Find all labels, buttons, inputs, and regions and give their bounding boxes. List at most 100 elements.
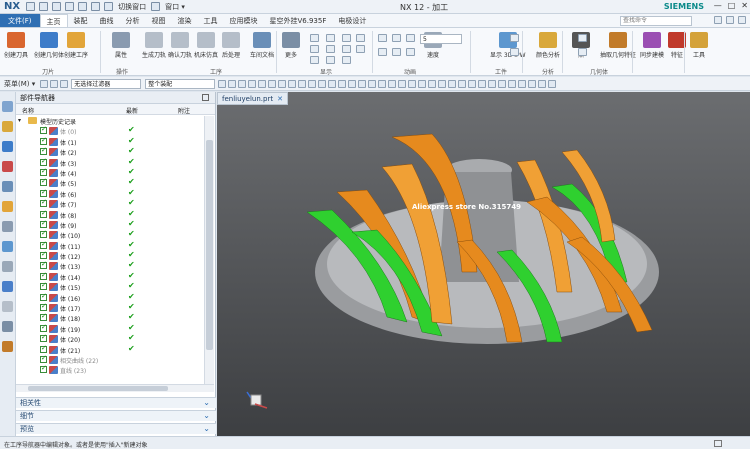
tab-assembly[interactable]: 装配	[68, 14, 94, 27]
toolbar-tool-icon[interactable]	[438, 79, 447, 88]
filter-icon[interactable]	[60, 79, 69, 88]
column-latest[interactable]: 最新	[126, 106, 138, 115]
tool-icon[interactable]	[406, 34, 415, 42]
ribbon-options-icon[interactable]	[726, 16, 734, 24]
tool-icon[interactable]	[310, 34, 319, 42]
postprocess-button[interactable]: 后处理	[222, 32, 240, 59]
roles-icon[interactable]	[2, 301, 13, 312]
toolbar-tool-icon[interactable]	[498, 79, 507, 88]
visibility-checkbox[interactable]	[40, 260, 47, 270]
tool-icon[interactable]	[392, 48, 401, 56]
tab-tools[interactable]: 工具	[198, 14, 224, 27]
tool-icon[interactable]	[378, 34, 387, 42]
toolbar-tool-icon[interactable]	[398, 79, 407, 88]
machine-simulation-button[interactable]: 机床仿真	[194, 32, 218, 59]
toolbar-tool-icon[interactable]	[488, 79, 497, 88]
properties-button[interactable]: 属性	[112, 32, 130, 59]
chevron-down-icon[interactable]: ⌄	[203, 411, 210, 420]
toolbar-tool-icon[interactable]	[408, 79, 417, 88]
reuse-library-icon[interactable]	[2, 201, 13, 212]
tool-icon[interactable]	[356, 34, 365, 42]
paste-icon[interactable]	[78, 2, 88, 11]
tab-home[interactable]: 主页	[39, 14, 68, 27]
toolbar-tool-icon[interactable]	[538, 79, 547, 88]
type-filter-select[interactable]: 无选择过滤器	[71, 78, 142, 89]
column-note[interactable]: 附注	[178, 106, 190, 115]
file-menu-button[interactable]: 文件(F)	[0, 14, 40, 27]
visibility-checkbox[interactable]	[40, 364, 47, 374]
palette-icon[interactable]	[2, 341, 13, 352]
extract-geometry-button[interactable]: 抽取几何特征	[600, 32, 636, 59]
visibility-checkbox[interactable]	[40, 323, 47, 332]
toolbar-tool-icon[interactable]	[318, 79, 327, 88]
command-search-input[interactable]	[620, 16, 692, 26]
expand-toggle-icon[interactable]: ▾	[18, 117, 21, 124]
part-navigator-icon[interactable]	[2, 141, 13, 152]
history-icon[interactable]	[2, 261, 13, 272]
generate-toolpath-button[interactable]: 生成刀轨	[142, 32, 166, 59]
toolbar-tool-icon[interactable]	[418, 79, 427, 88]
tool-icon[interactable]	[342, 56, 351, 64]
visibility-checkbox[interactable]	[40, 209, 47, 218]
toolbar-tool-icon[interactable]	[328, 79, 337, 88]
toolbar-tool-icon[interactable]	[468, 79, 477, 88]
window-menu-button[interactable]: 窗口 ▾	[165, 2, 185, 12]
visibility-checkbox[interactable]	[40, 250, 47, 260]
select-icon[interactable]	[40, 79, 49, 88]
visibility-checkbox[interactable]	[40, 302, 47, 312]
toolbar-tool-icon[interactable]	[358, 79, 367, 88]
minimize-button[interactable]: —	[714, 1, 722, 10]
section-preview[interactable]: 预览 ⌄	[16, 423, 216, 434]
tool-icon[interactable]	[578, 48, 587, 56]
status-window-icon[interactable]	[714, 440, 722, 447]
visibility-checkbox[interactable]	[40, 146, 47, 156]
copy-icon[interactable]	[65, 2, 75, 11]
tool-icon[interactable]	[378, 48, 387, 56]
process-studio-icon[interactable]	[2, 281, 13, 292]
speed-value-select[interactable]: 5	[420, 34, 462, 44]
toolbar-tool-icon[interactable]	[428, 79, 437, 88]
toolbar-tool-icon[interactable]	[478, 79, 487, 88]
toolbar-tool-icon[interactable]	[308, 79, 317, 88]
tool-icon[interactable]	[510, 34, 519, 42]
visibility-checkbox[interactable]	[40, 344, 47, 353]
toolbar-tool-icon[interactable]	[368, 79, 377, 88]
toolbar-tool-icon[interactable]	[448, 79, 457, 88]
toolbar-tool-icon[interactable]	[268, 79, 277, 88]
color-analysis-button[interactable]: 颜色分析	[536, 32, 560, 59]
toolbar-tool-icon[interactable]	[298, 79, 307, 88]
toolbar-tool-icon[interactable]	[238, 79, 247, 88]
show-3d-ipw-button[interactable]: 显示 3D IPW	[490, 32, 526, 59]
redo-icon[interactable]	[52, 2, 62, 11]
section-dependencies[interactable]: 相关性 ⌄	[16, 397, 216, 408]
help-icon[interactable]	[714, 16, 722, 24]
window-icon[interactable]	[151, 2, 161, 11]
visibility-checkbox[interactable]	[40, 188, 47, 197]
toolbar-tool-icon[interactable]	[348, 79, 357, 88]
toolbar-tool-icon[interactable]	[278, 79, 287, 88]
tool-icon[interactable]	[356, 45, 365, 53]
visibility-checkbox[interactable]	[40, 229, 47, 239]
toolbar-tool-icon[interactable]	[508, 79, 517, 88]
verify-toolpath-button[interactable]: 确认刀轨	[168, 32, 192, 59]
toolbar-tool-icon[interactable]	[258, 79, 267, 88]
tool-icon[interactable]	[406, 48, 415, 56]
main-menu-button[interactable]: 菜单(M) ▾	[0, 79, 39, 89]
maximize-button[interactable]: □	[728, 1, 736, 10]
repeat-icon[interactable]	[91, 2, 101, 11]
toolbar-tool-icon[interactable]	[338, 79, 347, 88]
section-details[interactable]: 细节 ⌄	[16, 410, 216, 421]
visibility-checkbox[interactable]	[40, 333, 47, 343]
more-button[interactable]: 更多	[282, 32, 300, 59]
graphics-window[interactable]: fenliuyelun.prt ✕ Aliexpress store No.31…	[217, 92, 750, 436]
toolbar-tool-icon[interactable]	[218, 79, 227, 88]
selection-scope-select[interactable]: 整个装配	[145, 78, 216, 89]
system-scenes-icon[interactable]	[2, 321, 13, 332]
visibility-checkbox[interactable]	[40, 177, 47, 187]
chevron-down-icon[interactable]: ⌄	[203, 398, 210, 407]
toolbar-tool-icon[interactable]	[248, 79, 257, 88]
maximize-panel-icon[interactable]	[202, 94, 209, 101]
switch-window-button[interactable]: 切换窗口	[118, 2, 146, 12]
tool-icon[interactable]	[342, 34, 351, 42]
toolbar-tool-icon[interactable]	[378, 79, 387, 88]
